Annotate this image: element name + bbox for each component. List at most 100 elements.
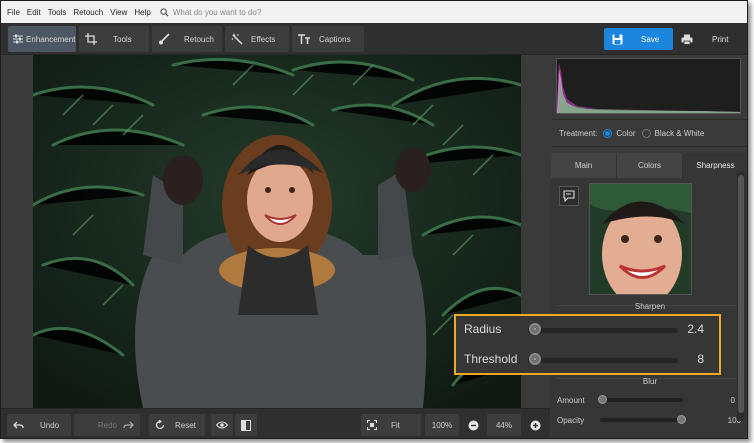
search-icon [160,7,169,17]
threshold-row: Threshold 8 [464,350,714,370]
text-icon [298,33,310,44]
compare-button[interactable] [559,186,579,206]
tab-effects[interactable]: Effects [225,26,289,52]
zoom-out-button[interactable] [461,414,485,436]
histogram [556,58,741,114]
zoom-in-button[interactable] [523,414,547,436]
tab-retouch[interactable]: Retouch [152,26,222,52]
menu-view[interactable]: View [110,8,127,17]
opacity-label: Opacity [557,415,585,425]
tab-tools[interactable]: Tools [79,26,149,52]
threshold-value: 8 [697,352,704,366]
radius-row: Radius 2.4 [464,320,714,340]
eye-icon [216,421,228,429]
black-white-radio-label[interactable]: Black & White [655,129,705,138]
speech-bubble-icon [563,190,575,202]
sliders-icon [13,34,23,44]
menu-help[interactable]: Help [134,8,150,17]
redo-label: Redo [97,420,117,430]
fit-button[interactable]: Fit [361,414,421,436]
sharpen-preview-thumbnail[interactable] [589,183,692,295]
plus-circle-icon [530,420,540,430]
zoom-level-field[interactable]: 44% [487,414,521,436]
threshold-label: Threshold [464,352,518,366]
reset-button[interactable]: Reset [149,414,205,436]
brush-icon [159,33,170,45]
split-view-icon [241,419,251,431]
undo-icon [13,421,24,428]
histogram-graph [557,63,740,113]
search-box[interactable]: What do you want to do? [160,7,262,17]
panel-scrollbar[interactable] [737,171,745,421]
thumbnail-image [590,184,691,294]
main-toolbar: Enhancement Tools Retouch Effects Captio… [1,23,747,55]
tab-captions-label: Captions [319,34,351,44]
zoom-100-label: 100% [431,420,453,430]
minus-circle-icon [468,420,478,430]
menu-retouch[interactable]: Retouch [73,8,103,17]
save-label: Save [641,34,660,44]
search-placeholder: What do you want to do? [172,7,262,17]
crop-icon [85,33,97,45]
panel-tabs: Main Colors Sharpness [551,153,747,178]
printer-icon [681,34,693,45]
zoom-level-value: 44% [495,420,512,430]
radius-value: 2.4 [687,322,704,336]
app-window: File Edit Tools Retouch View Help What d… [0,0,748,439]
save-icon [612,34,623,44]
opacity-slider-handle[interactable] [677,415,686,424]
tab-colors[interactable]: Colors [617,153,683,178]
reset-label: Reset [175,420,196,430]
print-button[interactable]: Print [677,28,741,50]
radius-slider-handle[interactable] [529,323,541,335]
amount-track[interactable] [600,398,683,402]
bottom-toolbar: Undo Redo Reset Fit 100% 44% [1,408,550,438]
opacity-track[interactable] [600,418,683,422]
tab-retouch-label: Retouch [184,34,214,44]
undo-label: Undo [40,420,60,430]
tab-enhancement-label: Enhancement [26,34,76,44]
tab-tools-label: Tools [113,34,132,44]
treatment-label: Treatment: [559,128,598,138]
black-white-radio[interactable] [641,128,651,138]
radius-label: Radius [464,322,502,336]
print-label: Print [712,34,729,44]
blur-amount-row: Amount 0 [557,393,743,407]
sharpen-controls-highlight: Radius 2.4 Threshold 8 [454,314,721,375]
reset-icon [155,420,165,430]
compare-view-button[interactable] [235,414,257,436]
menu-edit[interactable]: Edit [27,8,41,17]
blur-opacity-row: Opacity 100 [557,413,743,427]
tab-captions[interactable]: Captions [292,26,364,52]
menu-tools[interactable]: Tools [48,8,67,17]
redo-icon [123,421,134,428]
amount-slider-handle[interactable] [598,395,607,404]
amount-value: 0 [730,395,735,405]
sharpness-panel: Sharpen Blur Amount 0 Opacity 100 [551,178,747,438]
menu-bar: File Edit Tools Retouch View Help What d… [1,1,747,23]
undo-button[interactable]: Undo [7,414,71,436]
photo-image [33,55,521,408]
tab-main[interactable]: Main [551,153,617,178]
threshold-slider-handle[interactable] [529,353,541,365]
sharpen-section-label: Sharpen [634,302,666,311]
threshold-track[interactable] [528,358,678,363]
save-button[interactable]: Save [604,28,673,50]
preview-toggle-button[interactable] [211,414,233,436]
menu-file[interactable]: File [7,8,20,17]
fit-screen-icon [367,420,377,430]
blur-section-label: Blur [642,377,658,386]
magic-wand-icon [231,33,243,45]
redo-button[interactable]: Redo [74,414,140,436]
fit-label: Fit [391,420,400,430]
panel-scrollbar-thumb[interactable] [738,175,744,413]
radius-track[interactable] [528,328,678,333]
zoom-100-button[interactable]: 100% [425,414,459,436]
color-radio-label[interactable]: Color [616,129,635,138]
color-radio[interactable] [603,128,613,138]
photo-preview [33,55,521,408]
tab-enhancement[interactable]: Enhancement [8,26,76,52]
treatment-row: Treatment: Color Black & White [551,119,747,147]
amount-label: Amount [557,395,585,405]
tab-effects-label: Effects [251,34,276,44]
